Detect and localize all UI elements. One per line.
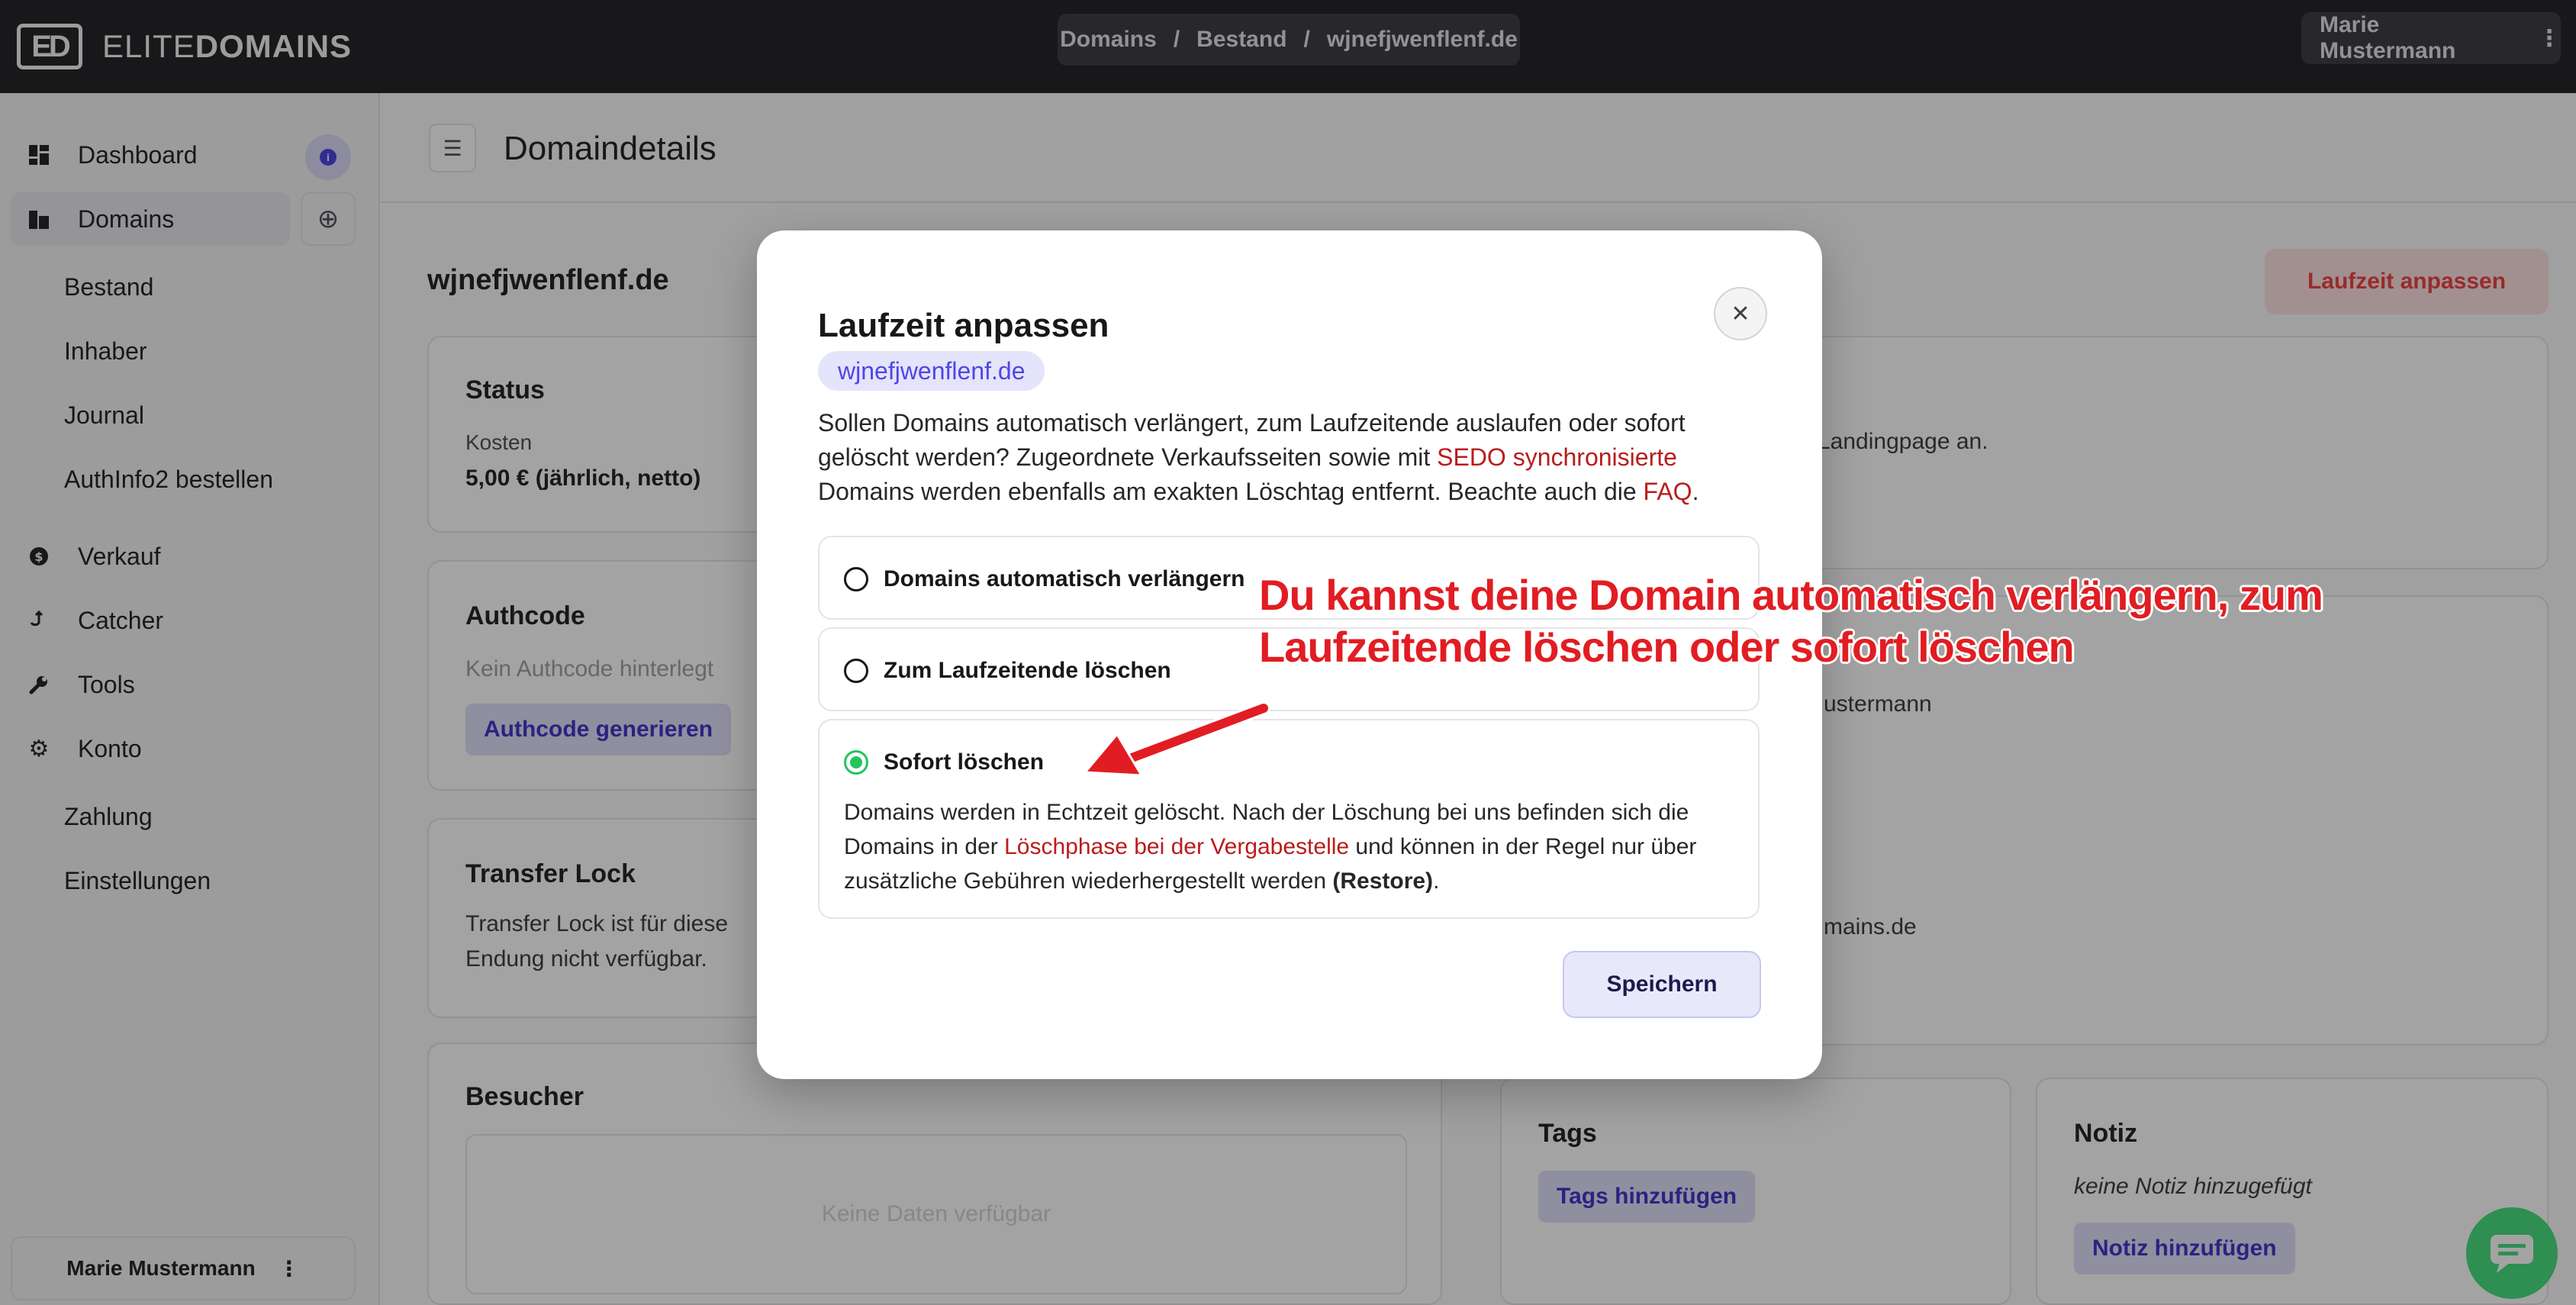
radio-button-selected[interactable] — [844, 750, 868, 775]
option-header: Zum Laufzeitende löschen — [844, 658, 1171, 684]
save-button[interactable]: Speichern — [1563, 951, 1761, 1018]
modal-description: Sollen Domains automatisch verlängert, z… — [818, 406, 1779, 509]
radio-button[interactable] — [844, 567, 868, 591]
annotation-text: Du kannst deine Domain automatisch verlä… — [1259, 569, 2449, 673]
option-description: Domains werden in Echtzeit gelöscht. Nac… — [844, 795, 1737, 898]
close-icon: ✕ — [1731, 301, 1750, 327]
close-button[interactable]: ✕ — [1714, 287, 1767, 340]
radio-dot — [850, 756, 862, 768]
opt-desc-part3: . — [1433, 868, 1440, 894]
option-header: Domains automatisch verlängern — [844, 566, 1245, 592]
annotation-line-2: Laufzeitende löschen oder sofort löschen — [1259, 623, 2075, 671]
modal-title: Laufzeit anpassen — [818, 307, 1109, 344]
faq-link[interactable]: FAQ — [1644, 478, 1692, 505]
annotation-line-1: Du kannst deine Domain automatisch verlä… — [1259, 571, 2323, 619]
restore-label: (Restore) — [1332, 868, 1434, 894]
loeschphase-link[interactable]: Löschphase bei der Vergabestelle — [1004, 834, 1349, 859]
option-header: Sofort löschen — [844, 749, 1044, 775]
option-label: Sofort löschen — [884, 749, 1045, 775]
radio-button[interactable] — [844, 659, 868, 683]
option-label: Zum Laufzeitende löschen — [884, 658, 1171, 683]
modal-desc-part3: . — [1692, 478, 1699, 505]
option-label: Domains automatisch verlängern — [884, 566, 1245, 591]
option-delete-now[interactable]: Sofort löschen Domains werden in Echtzei… — [818, 719, 1760, 919]
domain-pill: wjnefjwenflenf.de — [818, 351, 1045, 391]
annotation-arrow-icon — [1084, 701, 1270, 777]
modal-desc-part2: Domains werden ebenfalls am exakten Lösc… — [818, 478, 1644, 505]
sedo-link[interactable]: SEDO synchronisierte — [1437, 443, 1677, 471]
